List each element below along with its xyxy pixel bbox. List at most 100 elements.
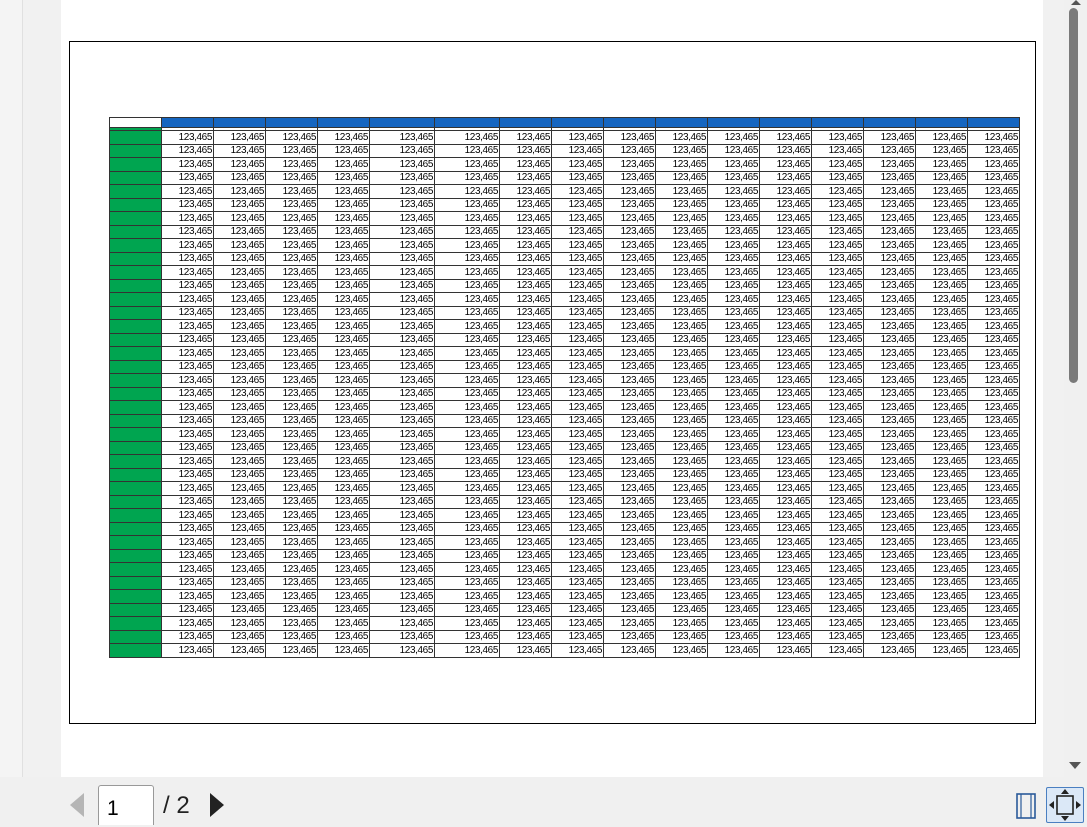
table-cell: 123,465 (603, 602, 656, 617)
table-cell: 123,465 (499, 130, 552, 145)
table-cell: 123,465 (369, 440, 435, 455)
table-cell: 123,465 (707, 548, 760, 563)
table-cell: 123,465 (499, 616, 552, 631)
table-cell: 123,465 (915, 575, 968, 590)
table-cell: 123,465 (967, 251, 1020, 266)
table-row: 123,465 123,465 123,465 123,465 123,465 123,4… (109, 589, 1020, 604)
table-cell: 123,465 (759, 359, 812, 374)
table-row: 123,465 123,465 123,465 123,465 123,465 123,4… (109, 319, 1020, 334)
table-cell: 123,465 (369, 481, 435, 496)
table-cell: 123,465 (759, 481, 812, 496)
table-cell: 123,465 (655, 589, 708, 604)
table-cell: 123,465 (603, 130, 656, 145)
table-cell: 123,465 (603, 440, 656, 455)
table-cell: 123,465 (655, 211, 708, 226)
table-cell: 123,465 (863, 508, 916, 523)
table-cell: 123,465 (213, 278, 266, 293)
table-cell: 123,465 (655, 400, 708, 415)
row-header-cell (109, 130, 162, 145)
table-cell: 123,465 (434, 359, 500, 374)
table-cell: 123,465 (499, 292, 552, 307)
table-cell: 123,465 (317, 629, 370, 644)
table-cell: 123,465 (603, 359, 656, 374)
table-cell: 123,465 (707, 602, 760, 617)
table-cell: 123,465 (811, 467, 864, 482)
table-cell: 123,465 (811, 413, 864, 428)
table-cell: 123,465 (915, 346, 968, 361)
table-cell: 123,465 (759, 440, 812, 455)
fit-width-button[interactable] (1046, 787, 1084, 823)
table-cell: 123,465 (499, 589, 552, 604)
table-cell: 123,465 (811, 427, 864, 442)
table-cell: 123,465 (655, 157, 708, 172)
table-cell: 123,465 (551, 143, 604, 158)
previous-page-icon[interactable] (70, 793, 84, 817)
row-header-cell (109, 454, 162, 469)
table-cell: 123,465 (603, 170, 656, 185)
table-cell: 123,465 (655, 143, 708, 158)
table-cell: 123,465 (434, 508, 500, 523)
table-cell: 123,465 (655, 467, 708, 482)
scroll-thumb[interactable] (1069, 8, 1078, 383)
table-cell: 123,465 (759, 400, 812, 415)
table-cell: 123,465 (213, 373, 266, 388)
table-cell: 123,465 (434, 143, 500, 158)
table-cell: 123,465 (707, 211, 760, 226)
table-cell: 123,465 (265, 494, 318, 509)
table-cell: 123,465 (915, 602, 968, 617)
table-cell: 123,465 (161, 346, 214, 361)
table-row: 123,465 123,465 123,465 123,465 123,465 123,4… (109, 305, 1020, 320)
table-cell: 123,465 (499, 211, 552, 226)
table-cell: 123,465 (759, 319, 812, 334)
table-cell: 123,465 (759, 278, 812, 293)
table-cell: 123,465 (967, 238, 1020, 253)
table-cell: 123,465 (434, 305, 500, 320)
table-cell: 123,465 (213, 305, 266, 320)
scroll-up-arrow-icon[interactable] (1071, 0, 1081, 5)
table-cell: 123,465 (161, 386, 214, 401)
page-number-input[interactable] (98, 785, 154, 825)
table-cell: 123,465 (317, 521, 370, 536)
document-viewport[interactable]: 123,465 123,465 123,465 123,465 123,465 123,4… (23, 0, 1064, 777)
table-cell: 123,465 (551, 184, 604, 199)
row-header-cell (109, 643, 162, 658)
table-cell: 123,465 (863, 440, 916, 455)
table-cell: 123,465 (369, 629, 435, 644)
table-cell: 123,465 (317, 481, 370, 496)
row-header-cell (109, 386, 162, 401)
table-cell: 123,465 (603, 427, 656, 442)
fit-page-button[interactable] (1012, 791, 1040, 821)
table-cell: 123,465 (213, 400, 266, 415)
scroll-down-arrow-icon[interactable] (1069, 762, 1081, 769)
table-cell: 123,465 (811, 575, 864, 590)
table-cell: 123,465 (434, 292, 500, 307)
table-cell: 123,465 (369, 265, 435, 280)
table-cell: 123,465 (655, 535, 708, 550)
table-cell: 123,465 (265, 157, 318, 172)
table-cell: 123,465 (603, 386, 656, 401)
table-cell: 123,465 (369, 508, 435, 523)
table-cell: 123,465 (551, 346, 604, 361)
table-row: 123,465 123,465 123,465 123,465 123,465 123,4… (109, 413, 1020, 428)
next-page-icon[interactable] (210, 793, 224, 817)
table-cell: 123,465 (213, 170, 266, 185)
table-cell: 123,465 (707, 629, 760, 644)
table-cell: 123,465 (603, 184, 656, 199)
table-row: 123,465 123,465 123,465 123,465 123,465 123,4… (109, 400, 1020, 415)
table-cell: 123,465 (915, 521, 968, 536)
table-cell: 123,465 (655, 386, 708, 401)
table-cell: 123,465 (499, 386, 552, 401)
table-cell: 123,465 (707, 130, 760, 145)
table-cell: 123,465 (811, 481, 864, 496)
table-cell: 123,465 (759, 521, 812, 536)
table-cell: 123,465 (369, 130, 435, 145)
table-row: 123,465 123,465 123,465 123,465 123,465 123,4… (109, 467, 1020, 482)
table-cell: 123,465 (499, 535, 552, 550)
table-cell: 123,465 (811, 211, 864, 226)
vertical-scrollbar[interactable] (1064, 0, 1087, 777)
table-cell: 123,465 (434, 224, 500, 239)
table-cell: 123,465 (434, 440, 500, 455)
table-cell: 123,465 (707, 481, 760, 496)
table-row: 123,465 123,465 123,465 123,465 123,465 123,4… (109, 292, 1020, 307)
table-cell: 123,465 (759, 211, 812, 226)
